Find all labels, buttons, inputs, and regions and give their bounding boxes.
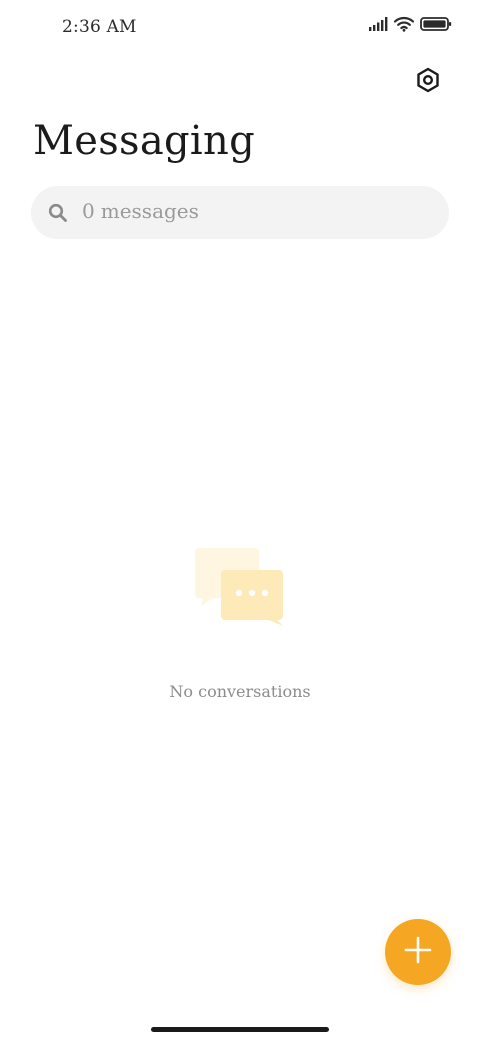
messaging-screen: 2:36 AM Messaging 0 messages No conversa… bbox=[0, 0, 480, 1040]
search-icon bbox=[47, 202, 69, 224]
status-time: 2:36 AM bbox=[62, 17, 137, 37]
plus-icon bbox=[404, 936, 432, 968]
empty-state-text: No conversations bbox=[169, 682, 311, 701]
chat-bubbles-icon bbox=[195, 546, 287, 626]
wifi-icon bbox=[394, 16, 414, 32]
search-placeholder: 0 messages bbox=[82, 199, 199, 223]
signal-icon bbox=[368, 16, 388, 32]
message-count-label: messages bbox=[100, 199, 199, 223]
battery-icon bbox=[420, 16, 452, 32]
status-bar: 2:36 AM bbox=[0, 0, 480, 56]
home-indicator[interactable] bbox=[151, 1027, 329, 1032]
search-bar[interactable]: 0 messages bbox=[31, 186, 449, 239]
status-icons bbox=[368, 16, 452, 32]
new-conversation-button[interactable] bbox=[385, 919, 451, 985]
page-title: Messaging bbox=[33, 118, 255, 164]
settings-button[interactable] bbox=[410, 64, 446, 100]
message-count: 0 bbox=[82, 199, 95, 223]
settings-icon bbox=[415, 67, 441, 97]
